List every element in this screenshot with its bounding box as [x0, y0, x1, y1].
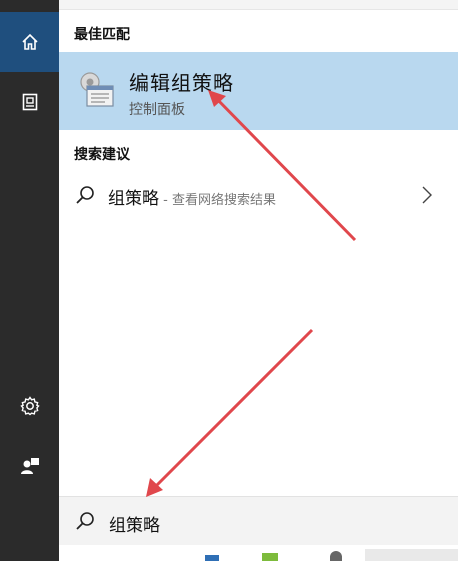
user-button[interactable]: [0, 436, 59, 496]
best-match-title: 编辑组策略: [129, 71, 234, 95]
tablet-icon: [22, 93, 37, 111]
home-icon: [21, 33, 38, 50]
group-policy-icon: [80, 72, 114, 107]
search-box-icon: [76, 512, 94, 530]
taskbar-app-icon[interactable]: [330, 551, 342, 561]
search-input-value[interactable]: 组策略: [109, 511, 160, 536]
best-match-subtitle: 控制面板: [129, 102, 185, 118]
home-button[interactable]: [0, 12, 59, 72]
suggestion-query: 组策略: [108, 189, 159, 209]
settings-button[interactable]: [0, 376, 59, 436]
user-icon: [20, 458, 39, 474]
taskbar-left-segment: [0, 545, 59, 561]
taskbar-tray: [365, 549, 458, 561]
taskbar-app-icon[interactable]: [262, 553, 278, 561]
search-icon: [76, 186, 94, 204]
best-match-heading: 最佳匹配: [74, 27, 130, 43]
start-left-rail: [0, 0, 59, 561]
chevron-right-icon[interactable]: [420, 184, 434, 206]
taskbar-strip: [0, 545, 458, 561]
best-match-item[interactable]: [59, 52, 458, 130]
suggestion-suffix: - 查看网络搜索结果: [159, 193, 276, 208]
panel-top-edge: [59, 0, 458, 10]
suggestions-heading: 搜索建议: [74, 147, 130, 163]
suggestion-label: 组策略 - 查看网络搜索结果: [108, 184, 276, 209]
gear-icon: [19, 396, 40, 416]
taskbar-app-icon[interactable]: [205, 555, 219, 561]
documents-button[interactable]: [0, 72, 59, 132]
